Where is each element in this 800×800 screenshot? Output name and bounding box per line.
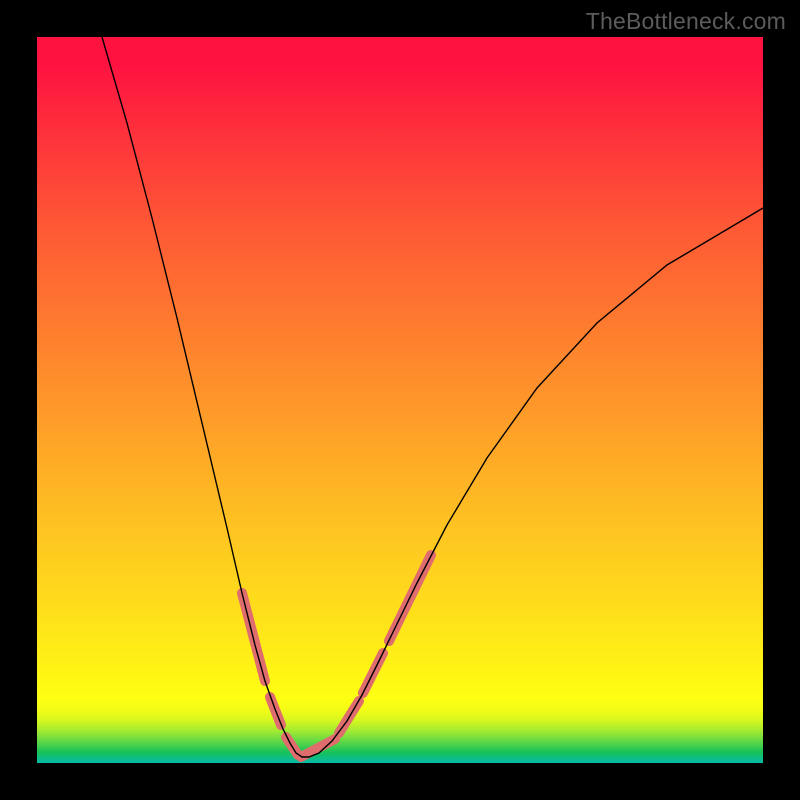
marker-segments [242, 555, 431, 757]
chart-svg [37, 37, 763, 763]
watermark-text: TheBottleneck.com [586, 8, 786, 35]
bottleneck-curve [102, 37, 763, 757]
chart-frame: TheBottleneck.com [0, 0, 800, 800]
marker-bottom [301, 739, 335, 757]
plot-area [37, 37, 763, 763]
